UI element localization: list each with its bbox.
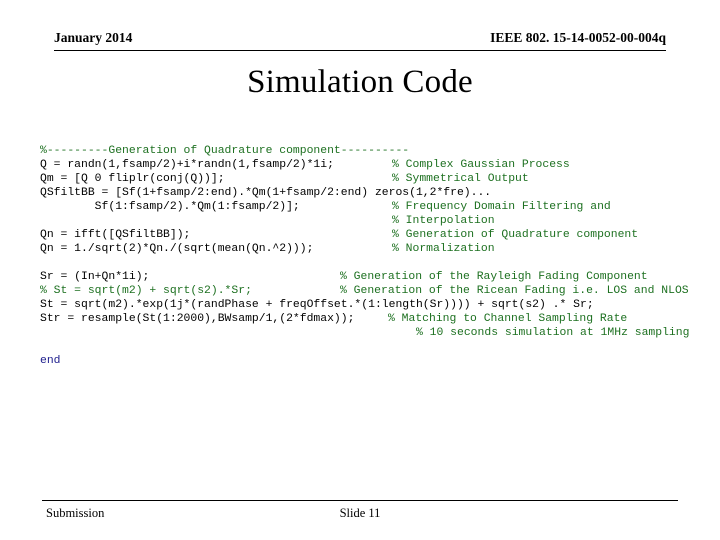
code-line: Qn = 1./sqrt(2)*Qn./(sqrt(mean(Qn.^2)));… — [40, 242, 688, 256]
code-line: end — [40, 354, 688, 368]
code-line: Qm = [Q 0 fliplr(conj(Q))]; % Symmetrical… — [40, 172, 688, 186]
code-line: % 10 seconds simulation at 1MHz sampling — [40, 326, 690, 340]
code-trailing-comment: % 10 seconds simulation at 1MHz sampling — [416, 327, 690, 339]
header-document-id: IEEE 802. 15-14-0052-00-004q — [490, 30, 666, 45]
code-statement: QSfiltBB = [Sf(1+fsamp/2:end).*Qm(1+fsam… — [40, 187, 492, 199]
footer-slide-number: Slide 11 — [339, 506, 381, 520]
code-trailing-comment: % Normalization — [392, 243, 495, 255]
code-trailing-comment: % Matching to Channel Sampling Rate — [388, 313, 628, 325]
code-statement: Str = resample(St(1:2000),BWsamp/1,(2*fd… — [40, 313, 355, 325]
code-trailing-comment: % Complex Gaussian Process — [392, 159, 570, 171]
header-divider — [54, 50, 666, 51]
code-trailing-comment: % Generation of Quadrature component — [392, 229, 639, 241]
code-trailing-comment: % Generation of the Rayleigh Fading Comp… — [340, 271, 648, 283]
code-trailing-comment: % Symmetrical Output — [392, 173, 529, 185]
code-trailing-comment: % Frequency Domain Filtering and — [392, 201, 611, 213]
code-comment: % St = sqrt(m2) + sqrt(s2).*Sr; — [40, 285, 252, 297]
code-statement: St = sqrt(m2).*exp(1j*(randPhase + freqO… — [40, 299, 594, 311]
code-statement: end — [40, 355, 61, 367]
code-line: St = sqrt(m2).*exp(1j*(randPhase + freqO… — [40, 298, 688, 312]
header-date: January 2014 — [54, 30, 133, 45]
code-statement: Qm = [Q 0 fliplr(conj(Q))]; — [40, 173, 225, 185]
footer-divider — [42, 500, 678, 501]
code-line: Qn = ifft([QSfiltBB]); % Generation of Qu… — [40, 228, 688, 242]
code-trailing-comment: % Generation of the Ricean Fading i.e. L… — [340, 285, 689, 297]
code-line: Q = randn(1,fsamp/2)+i*randn(1,fsamp/2)*… — [40, 158, 688, 172]
code-statement: Q = randn(1,fsamp/2)+i*randn(1,fsamp/2)*… — [40, 159, 334, 171]
code-statement: Sr = (In+Qn*1i); — [40, 271, 150, 283]
code-line: QSfiltBB = [Sf(1+fsamp/2:end).*Qm(1+fsam… — [40, 186, 688, 200]
code-line: %---------Generation of Quadrature compo… — [40, 144, 688, 158]
code-line: % Interpolation — [40, 214, 688, 228]
slide-header: January 2014 IEEE 802. 15-14-0052-00-004… — [54, 30, 666, 52]
slide-footer: Submission Slide 11 — [42, 506, 678, 526]
code-trailing-comment: % Interpolation — [392, 215, 495, 227]
page-title: Simulation Code — [247, 64, 473, 100]
code-statement: Qn = ifft([QSfiltBB]); — [40, 229, 191, 241]
code-block: %---------Generation of Quadrature compo… — [40, 144, 690, 368]
code-comment: %---------Generation of Quadrature compo… — [40, 145, 410, 157]
code-statement: Qn = 1./sqrt(2)*Qn./(sqrt(mean(Qn.^2))); — [40, 243, 314, 255]
code-line: Str = resample(St(1:2000),BWsamp/1,(2*fd… — [40, 312, 688, 326]
code-statement: Sf(1:fsamp/2).*Qm(1:fsamp/2)]; — [40, 201, 300, 213]
code-line: % St = sqrt(m2) + sqrt(s2).*Sr; % Generat… — [40, 284, 689, 298]
code-line: Sf(1:fsamp/2).*Qm(1:fsamp/2)]; % Frequenc… — [40, 200, 688, 214]
code-line: Sr = (In+Qn*1i); % Generation of the Rayl… — [40, 270, 688, 284]
slide-canvas: January 2014 IEEE 802. 15-14-0052-00-004… — [0, 0, 720, 540]
